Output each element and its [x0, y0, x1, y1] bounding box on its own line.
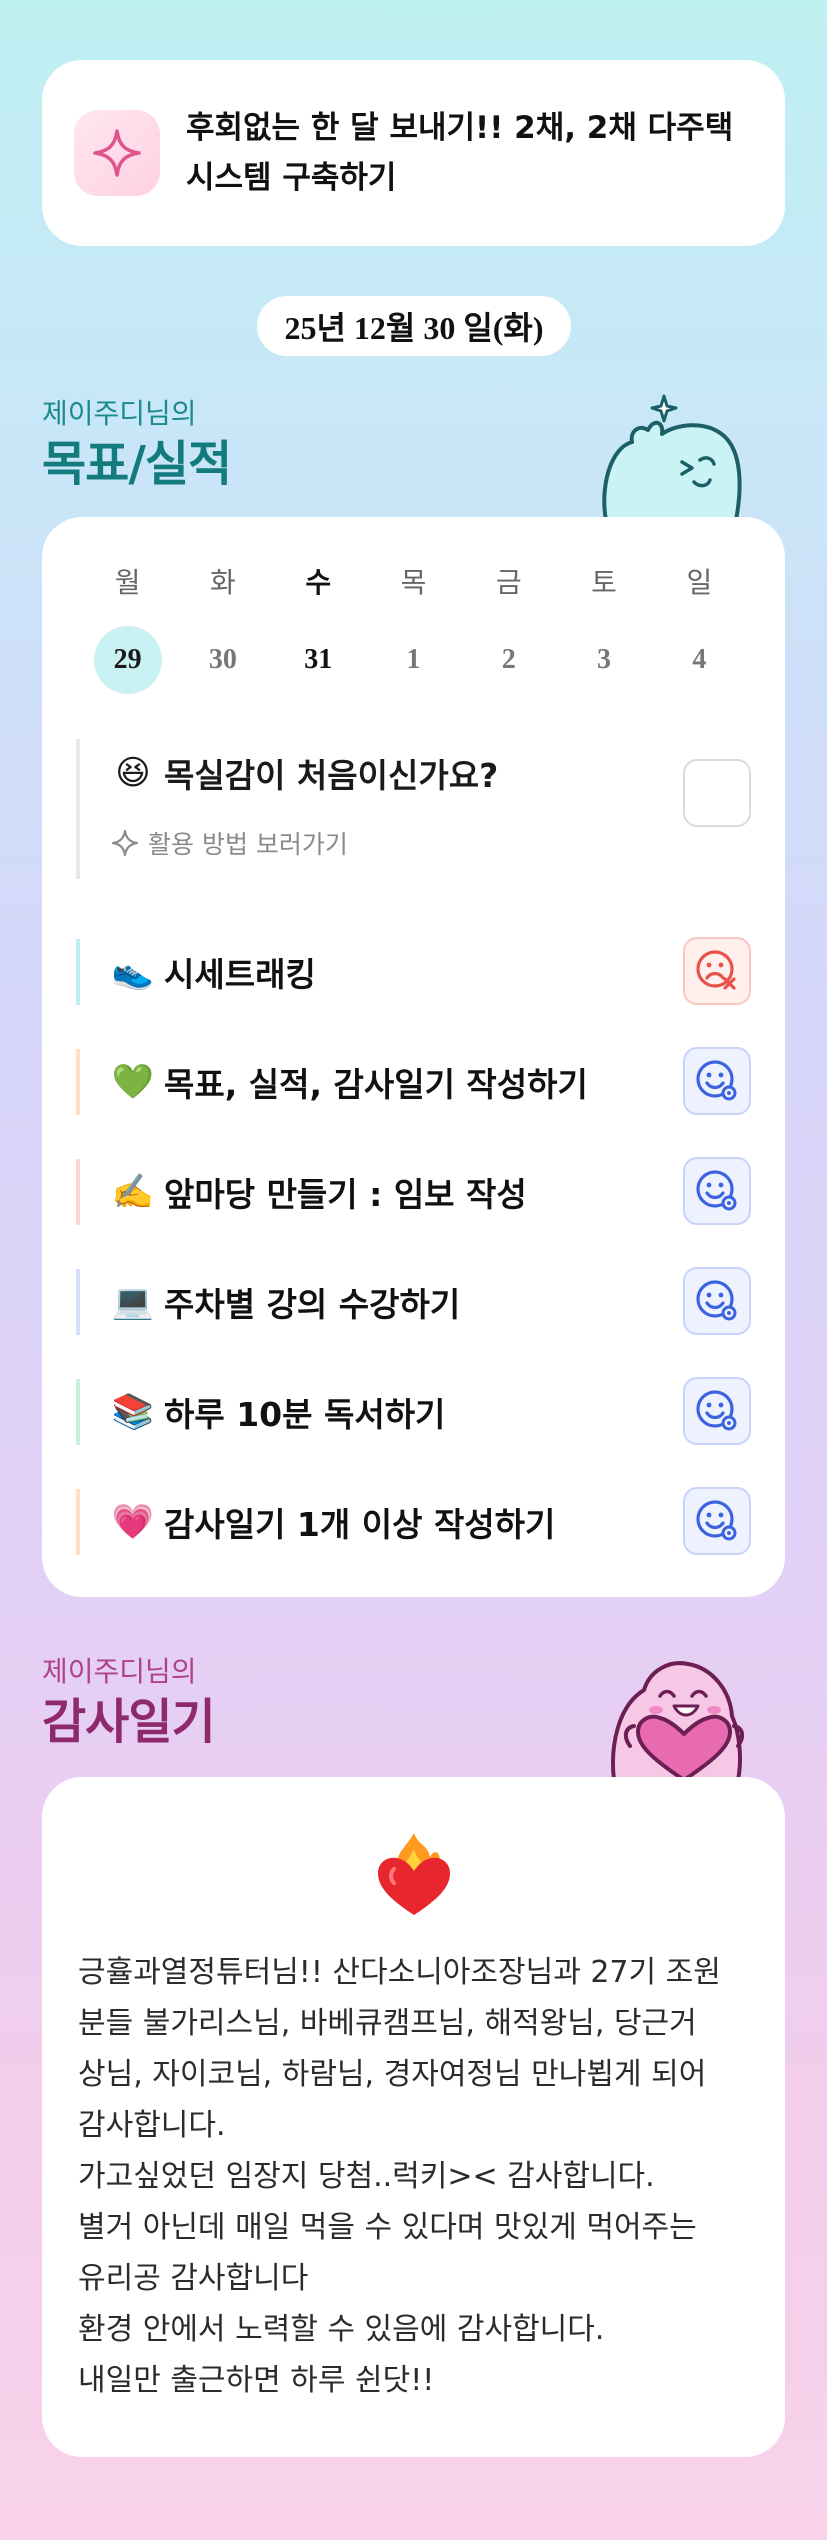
smile-face-icon [696, 1060, 737, 1101]
status-smile-face-button[interactable] [683, 1267, 751, 1335]
task-label: 💚 목표, 실적, 감사일기 작성하기 [110, 1058, 588, 1106]
calendar-date[interactable]: 30 [175, 625, 270, 695]
task-emoji-icon: 📚 [111, 1392, 155, 1432]
status-smile-face-button[interactable] [683, 1487, 751, 1555]
sad-face-icon [696, 950, 736, 990]
task-item: 📚 하루 10분 독서하기 [76, 1377, 751, 1445]
gratitude-journal-card: 긍휼과열정튜터님!! 산다소니아조장님과 27기 조원 분들 불가리스님, 바베… [42, 1777, 785, 2457]
task-item: 💗 감사일기 1개 이상 작성하기 [76, 1487, 751, 1555]
task-label: 💗 감사일기 1개 이상 작성하기 [110, 1498, 556, 1546]
task-emoji-icon: ✍️ [111, 1172, 155, 1212]
task-label-text: 시세트래킹 [164, 955, 316, 994]
task-item: 💚 목표, 실적, 감사일기 작성하기 [76, 1047, 751, 1115]
week-date-row: 29 30 31 1 2 3 4 [80, 625, 747, 695]
task-label: 💻 주차별 강의 수강하기 [110, 1278, 460, 1326]
calendar-date[interactable]: 29 [80, 625, 175, 695]
task-label-text: 감사일기 1개 이상 작성하기 [164, 1505, 556, 1544]
task-emoji-icon: 💚 [111, 1062, 155, 1102]
task-emoji-icon: 👟 [111, 952, 155, 992]
task-label: ✍️ 앞마당 만들기 : 임보 작성 [110, 1168, 527, 1216]
weekday-label: 목 [400, 566, 427, 599]
calendar-date[interactable]: 4 [652, 625, 747, 695]
task-emoji-icon: 💗 [111, 1502, 155, 1542]
goals-card: 월 화 수 목 금 토 일 29 30 31 1 2 3 4 😆 목실감이 처음… [42, 517, 785, 1597]
task-label: 👟 시세트래킹 [110, 948, 316, 996]
calendar-date[interactable]: 31 [271, 625, 366, 695]
sparkle-icon [74, 110, 160, 196]
task-label-text: 앞마당 만들기 : 임보 작성 [164, 1175, 527, 1214]
smile-face-icon [696, 1500, 737, 1541]
goals-section-title: 목표/실적 [42, 436, 232, 492]
task-label-text: 주차별 강의 수강하기 [164, 1285, 461, 1324]
current-date-pill[interactable]: 25년 12월 30 일(화) [257, 296, 571, 356]
onboarding-item: 😆 목실감이 처음이신가요? 활용 방법 보러가기 [76, 739, 751, 879]
task-item: 💻 주차별 강의 수강하기 [76, 1267, 751, 1335]
weekday-label: 수 [305, 566, 332, 599]
status-smile-face-button[interactable] [683, 1157, 751, 1225]
monthly-goal-text: 후회없는 한 달 보내기!! 2채, 2채 다주택 시스템 구축하기 [186, 110, 734, 196]
task-emoji-icon: 💻 [111, 1282, 155, 1322]
mascot-illustration [602, 394, 742, 520]
gratitude-journal-text: 긍휼과열정튜터님!! 산다소니아조장님과 27기 조원 분들 불가리스님, 바베… [78, 1955, 721, 2398]
weekday-label: 월 [114, 566, 141, 599]
task-item: ✍️ 앞마당 만들기 : 임보 작성 [76, 1157, 751, 1225]
task-label-text: 목표, 실적, 감사일기 작성하기 [164, 1065, 588, 1104]
task-item: 👟 시세트래킹 [76, 937, 751, 1005]
how-to-use-link[interactable]: 활용 방법 보러가기 [110, 825, 348, 861]
calendar-date[interactable]: 3 [556, 625, 651, 695]
heart-on-fire-icon [377, 1833, 450, 1915]
smile-face-icon [696, 1390, 737, 1431]
monthly-goal-card[interactable]: 후회없는 한 달 보내기!! 2채, 2채 다주택 시스템 구축하기 [42, 60, 785, 246]
weekday-label: 일 [686, 566, 713, 599]
weekday-label: 금 [495, 566, 522, 599]
status-smile-face-button[interactable] [683, 1377, 751, 1445]
task-label-text: 하루 10분 독서하기 [164, 1395, 446, 1434]
task-label: 📚 하루 10분 독서하기 [110, 1388, 446, 1436]
onboarding-checkbox[interactable] [683, 759, 751, 827]
calendar-date[interactable]: 1 [366, 625, 461, 695]
sparkle-outline-icon [111, 829, 139, 857]
weekday-label: 화 [210, 566, 236, 599]
status-smile-face-button[interactable] [683, 1047, 751, 1115]
weekday-label: 토 [591, 566, 617, 599]
thanks-section-title: 감사일기 [42, 1694, 216, 1750]
smile-face-icon [696, 1170, 737, 1211]
weekday-header: 월 화 수 목 금 토 일 [80, 561, 747, 605]
calendar-date[interactable]: 2 [461, 625, 556, 695]
status-sad-face-button[interactable] [683, 937, 751, 1005]
mascot-heart-illustration [611, 1661, 745, 1780]
onboarding-title: 😆 목실감이 처음이신가요? [110, 749, 498, 797]
grinning-squint-icon: 😆 [115, 753, 151, 793]
smile-face-icon [696, 1280, 737, 1321]
